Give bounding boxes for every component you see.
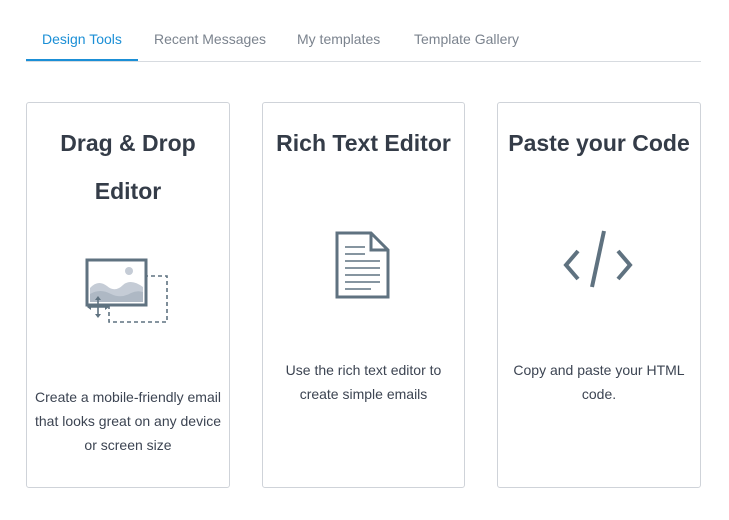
tab-design-tools[interactable]: Design Tools bbox=[42, 31, 122, 47]
card-title: Drag & Drop bbox=[60, 130, 196, 156]
card-title: Rich Text Editor bbox=[276, 130, 451, 156]
card-rich-text-editor[interactable]: Rich Text Editor Use the rich text edito… bbox=[262, 102, 465, 488]
card-title: Paste your Code bbox=[508, 130, 690, 156]
card-paste-your-code[interactable]: Paste your Code Copy and paste your HTML… bbox=[497, 102, 701, 488]
card-description-line: Use the rich text editor to bbox=[285, 362, 442, 378]
card-drag-drop-editor[interactable]: Drag & Drop Editor Create a mobile-frien… bbox=[26, 102, 230, 488]
card-description-line: create simple emails bbox=[299, 386, 428, 402]
card-description-line: code. bbox=[581, 386, 617, 402]
code-icon bbox=[563, 230, 633, 288]
image-drag-icon bbox=[85, 258, 168, 323]
card-title-line2: Editor bbox=[94, 178, 162, 204]
document-icon bbox=[335, 231, 390, 299]
card-description-line: that looks great on any device bbox=[34, 413, 221, 429]
card-description-line: Copy and paste your HTML bbox=[513, 362, 685, 378]
tab-template-gallery[interactable]: Template Gallery bbox=[414, 31, 519, 47]
tab-my-templates[interactable]: My templates bbox=[297, 31, 380, 47]
tab-bar: Design Tools Recent Messages My template… bbox=[26, 0, 701, 62]
tab-recent-messages[interactable]: Recent Messages bbox=[154, 31, 266, 47]
card-description-line: or screen size bbox=[84, 437, 172, 453]
card-description-line: Create a mobile-friendly email bbox=[35, 389, 221, 405]
active-tab-indicator bbox=[26, 59, 138, 61]
